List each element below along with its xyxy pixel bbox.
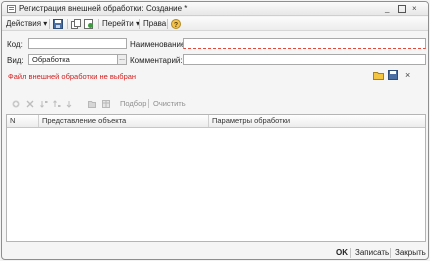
toolbar-separator (148, 99, 149, 108)
column-header-n[interactable]: N (7, 115, 39, 127)
toolbar-separator (67, 19, 68, 29)
toolbar-separator (139, 19, 140, 29)
add-row-icon[interactable] (12, 100, 20, 108)
kind-select-button[interactable]: ... (117, 54, 127, 65)
delete-row-icon[interactable] (26, 100, 34, 108)
title-bar[interactable]: Регистрация внешней обработки: Создание … (2, 2, 428, 16)
chevron-down-icon: ▾ (43, 19, 48, 28)
footer-separator (350, 248, 351, 258)
actions-menu-label: Действия (6, 19, 42, 28)
comment-label: Комментарий: (130, 56, 183, 65)
actions-menu[interactable]: Действия ▾ (6, 19, 47, 29)
table-header: N Представление объекта Параметры обрабо… (7, 115, 425, 128)
reread-icon[interactable] (84, 19, 94, 29)
save-icon[interactable] (53, 19, 63, 29)
toolbar-separator (49, 19, 50, 29)
clear-file-icon[interactable]: × (405, 70, 410, 80)
name-label: Наименование: (130, 40, 188, 49)
close-window-button[interactable]: × (412, 4, 417, 14)
name-field[interactable] (183, 38, 426, 49)
select-button[interactable]: Подбор (120, 99, 146, 108)
help-glyph: ? (174, 22, 178, 29)
save-file-icon[interactable] (388, 70, 398, 80)
file-status-text: Файл внешней обработки не выбран (8, 72, 137, 81)
comment-field[interactable] (183, 54, 426, 65)
footer-bar: OK Записать Закрыть (2, 246, 428, 259)
open-folder-icon[interactable] (373, 70, 384, 80)
table-icon[interactable] (102, 100, 110, 108)
dialog-window: Регистрация внешней обработки: Создание … (1, 1, 429, 260)
folder-icon[interactable] (88, 100, 96, 108)
minimize-button[interactable]: _ (385, 4, 389, 14)
column-header-params[interactable]: Параметры обработки (209, 115, 427, 127)
sort-asc-icon[interactable] (40, 100, 48, 108)
form-icon (7, 5, 16, 13)
footer-separator (390, 248, 391, 258)
main-toolbar: Действия ▾ Перейти ▾ Права ? (2, 17, 428, 31)
processing-table[interactable]: N Представление объекта Параметры обрабо… (6, 114, 426, 242)
toolbar-separator (167, 19, 168, 29)
goto-menu[interactable]: Перейти ▾ (102, 19, 140, 29)
clear-button[interactable]: Очистить (153, 99, 186, 108)
maximize-button[interactable] (398, 5, 406, 13)
help-icon[interactable]: ? (171, 19, 181, 29)
close-button[interactable]: Закрыть (395, 248, 426, 258)
copy-icon[interactable] (71, 19, 81, 29)
column-header-object[interactable]: Представление объекта (39, 115, 209, 127)
code-label: Код: (7, 40, 23, 49)
toolbar-separator (98, 19, 99, 29)
window-title: Регистрация внешней обработки: Создание … (19, 4, 188, 13)
move-down-icon[interactable] (65, 100, 73, 108)
sort-desc-icon[interactable] (53, 100, 61, 108)
kind-label: Вид: (7, 56, 24, 65)
goto-menu-label: Перейти (102, 19, 134, 28)
rights-button[interactable]: Права (143, 19, 166, 29)
save-button[interactable]: Записать (355, 248, 389, 258)
ok-button[interactable]: OK (336, 248, 348, 258)
code-field[interactable] (28, 38, 127, 49)
kind-field[interactable]: Обработка (28, 54, 118, 65)
